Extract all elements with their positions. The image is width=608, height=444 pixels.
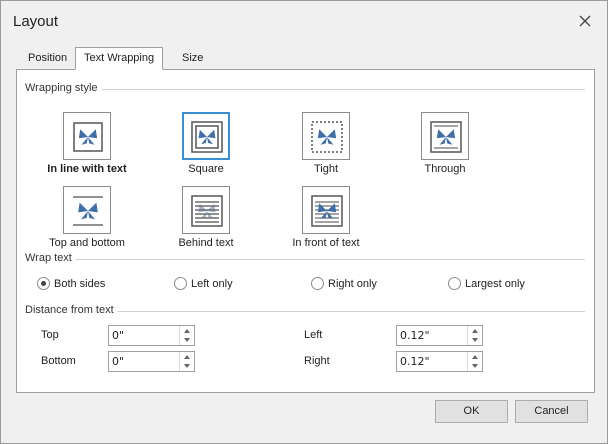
radio-indicator	[448, 277, 461, 290]
top-and-bottom-wrap-icon	[63, 186, 111, 234]
text-wrapping-panel: Wrapping style In line with text Square …	[16, 69, 595, 393]
spin-up-button[interactable]	[468, 326, 483, 335]
wrap-option-label: Behind text	[178, 237, 234, 249]
wrap-option-label: Square	[188, 163, 224, 175]
spin-value: 0"	[112, 355, 125, 368]
radio-indicator	[37, 277, 50, 290]
behind-text-icon	[182, 186, 230, 234]
radio-label: Both sides	[54, 277, 106, 290]
distance-from-text-label: Distance from text	[25, 304, 118, 316]
spin-buttons	[467, 326, 482, 345]
wrap-option-inline[interactable]: In line with text	[32, 112, 142, 175]
left-distance-spinner[interactable]: 0.12"	[396, 325, 483, 346]
radio-largest-only[interactable]: Largest only	[448, 277, 525, 290]
tab-text-wrapping[interactable]: Text Wrapping	[75, 47, 164, 70]
wrap-option-label: Through	[424, 163, 466, 175]
dialog-title: Layout	[13, 13, 59, 30]
top-label: Top	[41, 329, 59, 341]
through-wrap-icon	[421, 112, 469, 160]
right-label: Right	[304, 355, 330, 367]
spin-down-button[interactable]	[468, 362, 483, 371]
wrap-option-label: Top and bottom	[49, 237, 125, 249]
spin-buttons	[179, 326, 194, 345]
bottom-label: Bottom	[41, 355, 76, 367]
radio-label: Right only	[328, 277, 377, 290]
radio-label: Left only	[191, 277, 233, 290]
top-distance-spinner[interactable]: 0"	[108, 325, 195, 346]
radio-indicator	[174, 277, 187, 290]
wrap-option-top-and-bottom[interactable]: Top and bottom	[32, 186, 142, 249]
radio-left-only[interactable]: Left only	[174, 277, 233, 290]
tight-wrap-icon	[302, 112, 350, 160]
spin-down-button[interactable]	[468, 336, 483, 345]
spin-buttons	[179, 352, 194, 371]
radio-right-only[interactable]: Right only	[311, 277, 377, 290]
radio-indicator	[311, 277, 324, 290]
wrap-option-label: In front of text	[292, 237, 360, 249]
divider	[25, 259, 585, 260]
radio-both-sides[interactable]: Both sides	[37, 277, 105, 290]
wrap-text-label: Wrap text	[25, 252, 76, 264]
close-icon	[579, 15, 591, 27]
spin-down-button[interactable]	[180, 336, 195, 345]
right-distance-spinner[interactable]: 0.12"	[396, 351, 483, 372]
wrap-option-tight[interactable]: Tight	[271, 112, 381, 175]
spin-buttons	[467, 352, 482, 371]
spin-value: 0"	[112, 329, 125, 342]
tab-position[interactable]: Position	[19, 47, 76, 69]
left-label: Left	[304, 329, 323, 341]
in-front-of-text-icon	[302, 186, 350, 234]
spin-up-button[interactable]	[180, 352, 195, 361]
radio-label: Largest only	[465, 277, 525, 290]
wrapping-style-label: Wrapping style	[25, 82, 102, 94]
tab-size[interactable]: Size	[173, 47, 212, 69]
divider	[25, 89, 585, 90]
spin-value: 0.12"	[400, 355, 430, 368]
ok-button[interactable]: OK	[435, 400, 508, 423]
wrap-option-in-front-of-text[interactable]: In front of text	[271, 186, 381, 249]
wrap-option-square[interactable]: Square	[151, 112, 261, 175]
close-button[interactable]	[577, 13, 593, 29]
bottom-distance-spinner[interactable]: 0"	[108, 351, 195, 372]
wrap-option-label: In line with text	[47, 163, 127, 175]
spin-up-button[interactable]	[180, 326, 195, 335]
wrap-option-behind-text[interactable]: Behind text	[151, 186, 261, 249]
square-wrap-icon	[182, 112, 230, 160]
spin-up-button[interactable]	[468, 352, 483, 361]
title-bar: Layout	[1, 1, 607, 43]
inline-with-text-icon	[63, 112, 111, 160]
wrap-option-through[interactable]: Through	[390, 112, 500, 175]
cancel-button[interactable]: Cancel	[515, 400, 588, 423]
spin-down-button[interactable]	[180, 362, 195, 371]
layout-dialog: Layout Position Text Wrapping Size Wrapp…	[0, 0, 608, 444]
spin-value: 0.12"	[400, 329, 430, 342]
wrap-option-label: Tight	[313, 163, 339, 175]
